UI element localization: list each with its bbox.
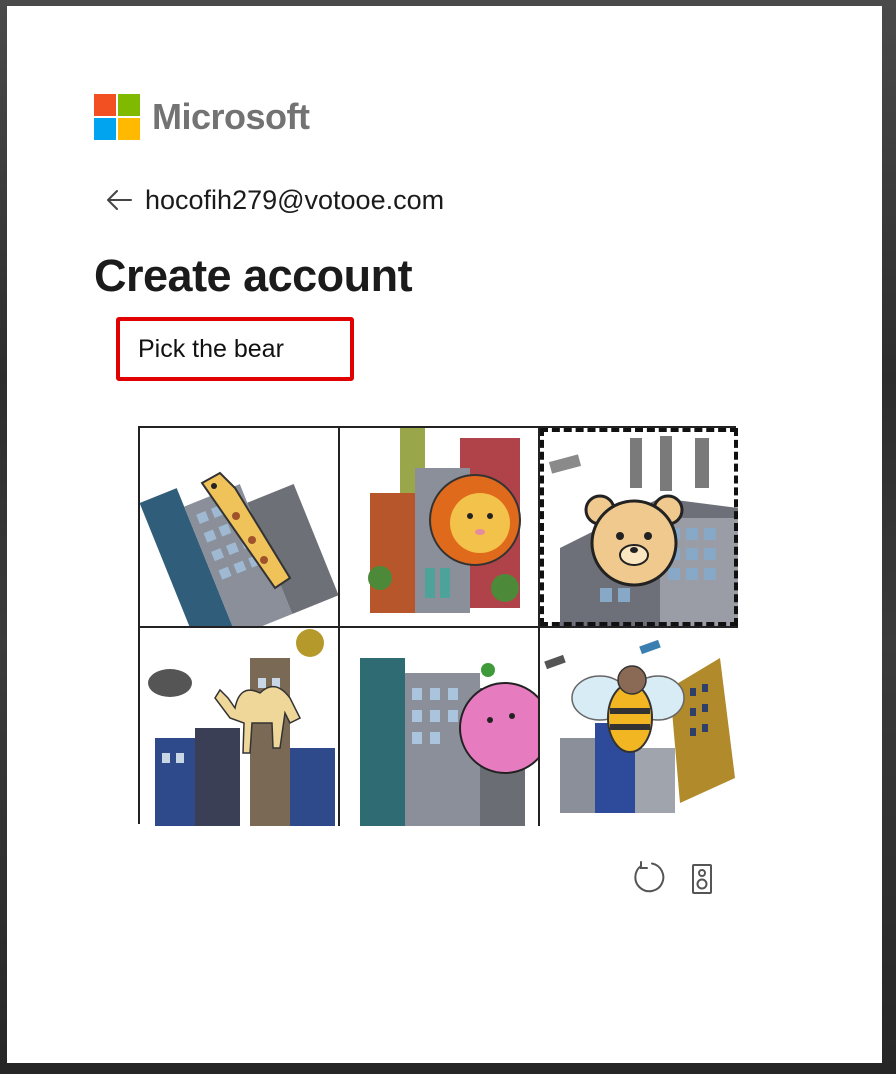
captcha-tile-bee[interactable]: [540, 628, 738, 826]
signup-card: Microsoft hocofih279@votooe.com Create a…: [7, 6, 882, 1063]
captcha-tile-camel[interactable]: [140, 628, 340, 826]
captcha-grid: [138, 426, 738, 826]
refresh-button[interactable]: [632, 860, 666, 894]
brand-header: Microsoft: [94, 94, 310, 140]
identity-email: hocofih279@votooe.com: [145, 184, 445, 215]
captcha-tile-giraffe[interactable]: [140, 428, 340, 628]
microsoft-logo-icon: [94, 94, 140, 140]
refresh-icon: [634, 861, 665, 893]
captcha-tile-lion[interactable]: [340, 428, 540, 628]
arrow-left-icon: [107, 190, 132, 210]
back-button[interactable]: [99, 180, 139, 220]
captcha-tile-bear[interactable]: [540, 428, 738, 628]
speaker-icon: [692, 864, 712, 894]
audio-challenge-button[interactable]: [691, 863, 713, 895]
captcha-instruction-text: Pick the bear: [138, 334, 284, 363]
brand-name: Microsoft: [152, 96, 310, 137]
page-title: Create account: [94, 250, 413, 301]
captcha-instruction: Pick the bear: [116, 317, 354, 381]
identity-banner: hocofih279@votooe.com: [99, 180, 444, 220]
captcha-tile-pink-ball[interactable]: [340, 628, 540, 826]
